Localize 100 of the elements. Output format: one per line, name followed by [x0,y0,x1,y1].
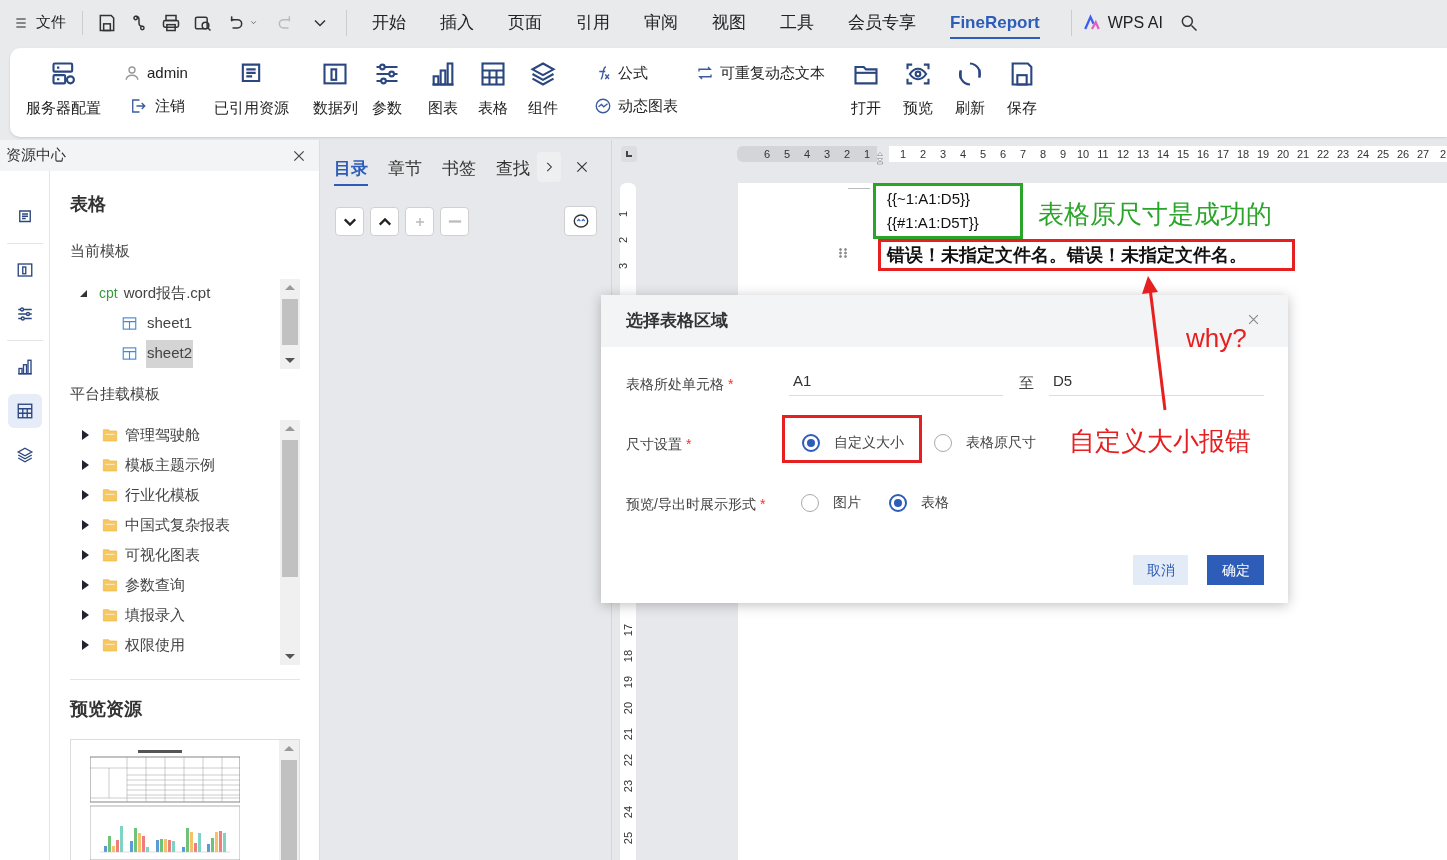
ribbon-button[interactable]: 组件 [527,60,558,120]
ruler-number: 10 [1075,146,1091,162]
print-icon[interactable] [161,12,181,33]
radio-button[interactable] [889,493,907,512]
outline-tool-button[interactable] [335,207,364,236]
field-code-text: {{~1:A1:D5}} [887,189,970,209]
ruler-number: 23 [1335,146,1351,162]
nav-tab[interactable]: 查找 [496,154,530,184]
expand-triangle-icon[interactable] [82,460,89,470]
field-label: 预览/导出时展示形式 * [626,495,766,514]
nav-tab[interactable]: 章节 [388,154,422,184]
field-label: 尺寸设置 * [626,435,692,454]
folder-icon [101,457,119,473]
save-icon[interactable] [97,12,117,33]
ruler-number: 1 [862,146,872,162]
ruler-corner-button[interactable] [621,146,637,162]
ribbon-button[interactable]: 图表 [427,60,458,120]
annotation-text: why? [1186,322,1247,355]
ribbon-button[interactable]: 可重复动态文本 [695,62,825,85]
tree-item[interactable]: 权限使用 [101,633,185,657]
radio-option[interactable]: 表格原尺寸 [934,432,1036,453]
radio-button[interactable] [802,433,820,452]
table-icon [15,402,34,420]
menu-tab[interactable]: 视图 [695,0,763,45]
ribbon-button[interactable]: 刷新 [954,60,985,120]
scroll-tabs-button[interactable] [537,152,561,182]
tree-item[interactable]: sheet1 [146,309,194,338]
ruler-number: 14 [1155,146,1171,162]
tree-item[interactable]: 填报录入 [101,603,185,627]
tree-item[interactable]: 可视化图表 [101,543,200,567]
ruler-number: 4 [958,146,968,162]
caret-icon[interactable] [249,18,258,27]
ribbon-button[interactable]: 打开 [850,60,881,120]
collapse-triangle-icon[interactable] [80,290,87,297]
tree-item[interactable]: 模板主题示例 [101,453,215,477]
dialog-title: 选择表格区域 [626,310,728,333]
tree-item[interactable]: 行业化模板 [101,483,200,507]
expand-triangle-icon[interactable] [82,430,89,440]
menu-tab[interactable]: 会员专享 [831,0,933,45]
confirm-button[interactable]: 确定 [1207,555,1264,585]
ribbon-button[interactable]: 表格 [477,60,508,120]
annotation-text: 表格原尺寸是成功的 [1038,198,1272,231]
tree-item[interactable]: sheet2 [146,339,194,368]
file-menu-button[interactable]: 文件 [14,11,66,34]
close-icon[interactable] [574,159,590,175]
ribbon-button[interactable]: admin [123,62,188,85]
ai-button[interactable]: WPS AI [1081,10,1163,35]
scrollbar[interactable] [280,420,300,665]
radio-option[interactable]: 表格 [889,492,949,513]
ruler-number: 2 [842,146,852,162]
file-type-label: cpt [99,284,118,303]
panel-title: 资源中心 [6,145,66,166]
ribbon-button[interactable]: 公式 [593,62,678,85]
radio-option[interactable]: 自定义大小 [802,432,904,453]
menu-tab[interactable]: 页面 [491,0,559,45]
input-field[interactable]: A1 [789,365,1003,396]
ruler-number: 13 [1135,146,1151,162]
ribbon-button[interactable]: 服务器配置 [26,60,101,120]
ribbon-button[interactable]: 数据列 [312,60,358,120]
expand-triangle-icon[interactable] [82,610,89,620]
menu-tab[interactable]: FineReport [933,0,1057,45]
tree-item[interactable]: cpt word报告.cpt [99,282,211,305]
expand-triangle-icon[interactable] [82,520,89,530]
ribbon-button[interactable]: 保存 [1006,60,1037,120]
ruler-number: 25 [1375,146,1391,162]
ruler-number: 26 [1395,146,1411,162]
expand-triangle-icon[interactable] [82,640,89,650]
section-label: 平台挂载模板 [70,383,161,404]
outline-tool-button[interactable] [370,207,399,236]
ribbon-button[interactable]: 动态图表 [593,94,678,117]
rail-button[interactable] [7,394,42,428]
menu-tab[interactable]: 引用 [559,0,627,45]
nav-tab[interactable]: 目录 [334,154,368,184]
scrollbar[interactable] [279,740,299,860]
toggle-button[interactable] [564,206,597,236]
menu-tab[interactable]: 插入 [423,0,491,45]
ruler-number: 20 [620,701,635,715]
sliders-icon [15,305,34,323]
ribbon-button[interactable]: 已引用资源 [213,60,289,120]
menu-tab[interactable]: 开始 [355,0,423,45]
nav-tab[interactable]: 书签 [442,154,476,184]
ruler-number: 24 [1355,146,1371,162]
ribbon-button[interactable]: 预览 [902,60,933,120]
tree-item[interactable]: 中国式复杂报表 [101,513,230,537]
expand-triangle-icon[interactable] [82,490,89,500]
expand-triangle-icon[interactable] [82,580,89,590]
ribbon-button[interactable]: 参数 [371,60,402,120]
tree-item[interactable]: 参数查询 [101,573,185,597]
input-field[interactable]: D5 [1049,365,1264,396]
ribbon-button[interactable]: 注销 [123,94,188,117]
scrollbar[interactable] [280,278,300,369]
cancel-button[interactable]: 取消 [1133,555,1188,585]
ruler-number: 3 [938,146,948,162]
section-heading: 预览资源 [70,698,143,721]
menu-tab[interactable]: 审阅 [627,0,695,45]
expand-triangle-icon[interactable] [82,550,89,560]
tree-item[interactable]: 管理驾驶舱 [101,423,200,447]
menu-tab[interactable]: 工具 [763,0,831,45]
radio-option[interactable]: 图片 [801,492,861,513]
user-icon [123,64,141,83]
